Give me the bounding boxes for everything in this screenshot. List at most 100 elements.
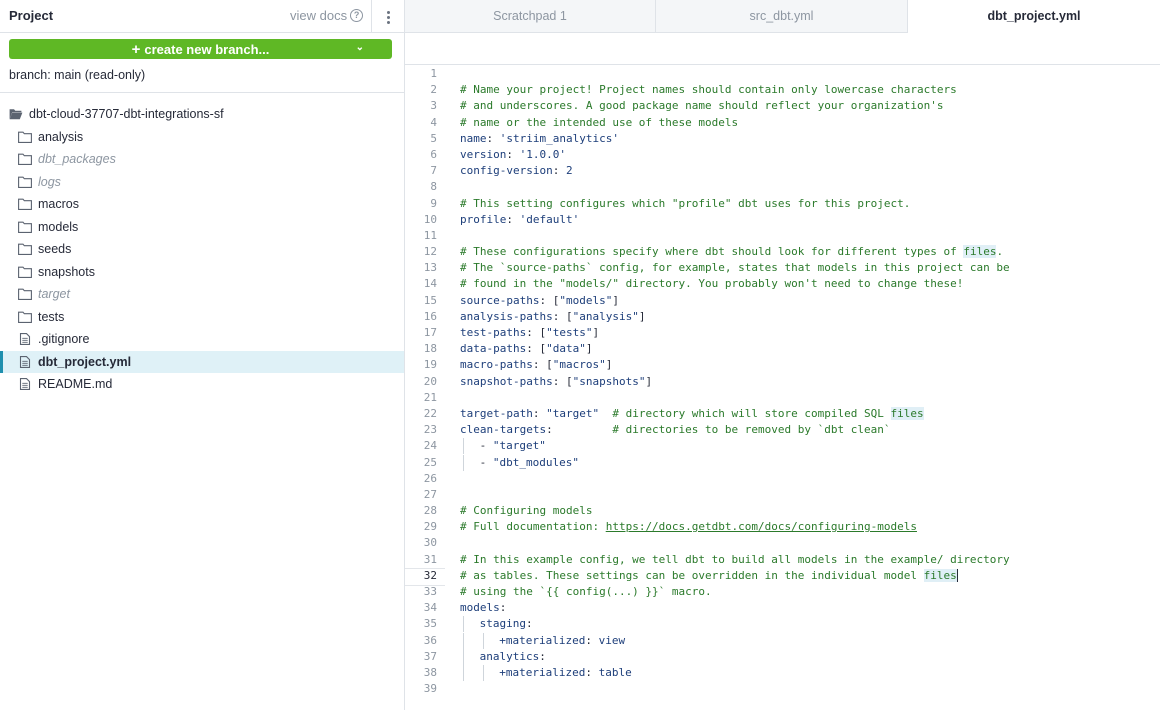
tree-item-label: macros xyxy=(38,197,79,212)
code-line[interactable]: 4 # name or the intended use of these mod… xyxy=(405,115,1160,131)
code-text: # using the `{{ config(...) }}` macro. xyxy=(460,585,712,598)
code-text: snapshot-paths: ["snapshots"] xyxy=(460,374,653,388)
line-number: 33 xyxy=(423,585,437,598)
code-text: models: xyxy=(460,601,507,615)
code-text: # and underscores. A good package name s… xyxy=(460,99,944,113)
line-number: 17 xyxy=(423,326,437,339)
code-text: # These configurations specify where dbt… xyxy=(460,245,1004,259)
code-line[interactable]: 21 xyxy=(405,390,1160,406)
tree-item-label: seeds xyxy=(38,242,72,257)
code-line[interactable]: 30 xyxy=(405,535,1160,551)
code-line[interactable]: 37 analytics: xyxy=(405,648,1160,665)
code-line[interactable]: 3 # and underscores. A good package name … xyxy=(405,98,1160,114)
code-text: analytics: xyxy=(460,648,546,665)
code-line[interactable]: 25 - "dbt_modules" xyxy=(405,454,1160,471)
line-number: 28 xyxy=(423,504,437,518)
line-number: 23 xyxy=(423,423,437,437)
code-line[interactable]: 28 # Configuring models xyxy=(405,503,1160,519)
tree-item-tests[interactable]: tests xyxy=(0,306,404,329)
code-text: # Configuring models xyxy=(460,504,593,518)
code-line[interactable]: 14 # found in the "models/" directory. Yo… xyxy=(405,276,1160,292)
tree-item-dbt-project-yml[interactable]: dbt_project.yml xyxy=(0,350,404,373)
tree-item-gitignore[interactable]: .gitignore xyxy=(0,328,404,351)
chevron-down-icon[interactable]: ⌄ xyxy=(356,42,364,53)
line-number: 36 xyxy=(423,633,437,647)
code-line[interactable]: 7 config-version: 2 xyxy=(405,163,1160,179)
code-line[interactable]: 23 clean-targets: # directories to be rem… xyxy=(405,422,1160,438)
code-line[interactable]: 5 name: 'striim_analytics' xyxy=(405,131,1160,147)
tab-dbt-project-yml[interactable]: dbt_project.yml xyxy=(908,0,1160,33)
line-number: 32 xyxy=(423,568,437,582)
tree-item-label: analysis xyxy=(38,129,84,144)
code-line[interactable]: 17 test-paths: ["tests"] xyxy=(405,325,1160,341)
code-text: test-paths: ["tests"] xyxy=(460,326,600,339)
code-line[interactable]: 31 # In this example config, we tell dbt … xyxy=(405,552,1160,568)
code-line[interactable]: 27 xyxy=(405,487,1160,503)
folder-icon xyxy=(18,198,32,211)
code-line[interactable]: 35 staging: xyxy=(405,616,1160,633)
code-line[interactable]: 11 xyxy=(405,228,1160,244)
code-line[interactable]: 12 # These configurations specify where d… xyxy=(405,244,1160,260)
code-line[interactable]: 38 +materialized: table xyxy=(405,664,1160,681)
code-line[interactable]: 36 +materialized: view xyxy=(405,632,1160,649)
editor-toolbar xyxy=(405,33,1160,65)
tree-item-label: tests xyxy=(38,309,65,324)
line-number: 7 xyxy=(430,164,437,178)
line-number: 24 xyxy=(423,439,437,453)
more-options-icon[interactable] xyxy=(380,9,396,25)
tree-item-label: .gitignore xyxy=(38,332,90,347)
code-text: - "dbt_modules" xyxy=(460,454,579,471)
tab-scratchpad-1[interactable]: Scratchpad 1 xyxy=(405,0,656,33)
line-number: 14 xyxy=(423,277,437,291)
tree-item-dbt-packages[interactable]: dbt_packages xyxy=(0,148,404,171)
tree-item-snapshots[interactable]: snapshots xyxy=(0,261,404,284)
code-line[interactable]: 1 xyxy=(405,66,1160,82)
line-number: 37 xyxy=(423,649,437,663)
tree-item-dbt-cloud-37707-dbt-integrations-sf[interactable]: dbt-cloud-37707-dbt-integrations-sf xyxy=(0,103,404,126)
code-line[interactable]: 15 source-paths: ["models"] xyxy=(405,293,1160,309)
line-number: 10 xyxy=(423,212,437,226)
tree-item-logs[interactable]: logs xyxy=(0,171,404,194)
view-docs-link[interactable]: view docs ? xyxy=(290,8,364,23)
code-line[interactable]: 18 data-paths: ["data"] xyxy=(405,341,1160,357)
code-line[interactable]: 8 xyxy=(405,179,1160,195)
code-line[interactable]: 16 analysis-paths: ["analysis"] xyxy=(405,309,1160,325)
code-line[interactable]: 9 # This setting configures which "profil… xyxy=(405,196,1160,212)
tab-src-dbt-yml[interactable]: src_dbt.yml xyxy=(656,0,908,33)
code-line[interactable]: 22 target-path: "target" # directory whic… xyxy=(405,406,1160,422)
code-line[interactable]: 10 profile: 'default' xyxy=(405,212,1160,228)
tree-item-macros[interactable]: macros xyxy=(0,193,404,216)
tree-item-label: models xyxy=(38,219,79,234)
tree-item-target[interactable]: target xyxy=(0,283,404,306)
code-line[interactable]: 13 # The `source-paths` config, for examp… xyxy=(405,260,1160,276)
folder-open-icon xyxy=(9,108,23,120)
code-line[interactable]: 24 - "target" xyxy=(405,438,1160,455)
code-line[interactable]: 34 models: xyxy=(405,600,1160,616)
tree-item-models[interactable]: models xyxy=(0,216,404,239)
tree-item-readme-md[interactable]: README.md xyxy=(0,373,404,396)
code-line[interactable]: 19 macro-paths: ["macros"] xyxy=(405,357,1160,373)
line-number: 35 xyxy=(423,617,437,631)
code-line[interactable]: 29 # Full documentation: https://docs.get… xyxy=(405,519,1160,535)
code-text: # found in the "models/" directory. You … xyxy=(460,277,964,291)
line-number: 6 xyxy=(430,147,437,161)
tree-item-seeds[interactable]: seeds xyxy=(0,238,404,261)
code-text: clean-targets: # directories to be remov… xyxy=(460,423,891,437)
code-line[interactable]: 26 xyxy=(405,471,1160,487)
folder-icon xyxy=(18,153,32,166)
code-line[interactable]: 39 xyxy=(405,681,1160,697)
sidebar-divider xyxy=(0,92,404,93)
code-line[interactable]: 32 # as tables. These settings can be ove… xyxy=(405,567,1160,587)
code-line[interactable]: 6 version: '1.0.0' xyxy=(405,147,1160,163)
code-text: # Name your project! Project names shoul… xyxy=(460,83,957,97)
line-number: 34 xyxy=(423,601,437,615)
code-text: # as tables. These settings can be overr… xyxy=(460,568,958,583)
create-branch-button[interactable]: + create new branch... ⌄ xyxy=(9,39,392,59)
code-editor[interactable]: 1 2 # Name your project! Project names sho… xyxy=(405,65,1160,710)
tree-item-analysis[interactable]: analysis xyxy=(0,126,404,149)
code-line[interactable]: 33 # using the `{{ config(...) }}` macro. xyxy=(405,584,1160,600)
line-number: 12 xyxy=(423,245,437,259)
folder-icon xyxy=(18,221,32,233)
code-line[interactable]: 20 snapshot-paths: ["snapshots"] xyxy=(405,374,1160,390)
code-line[interactable]: 2 # Name your project! Project names shou… xyxy=(405,82,1160,98)
